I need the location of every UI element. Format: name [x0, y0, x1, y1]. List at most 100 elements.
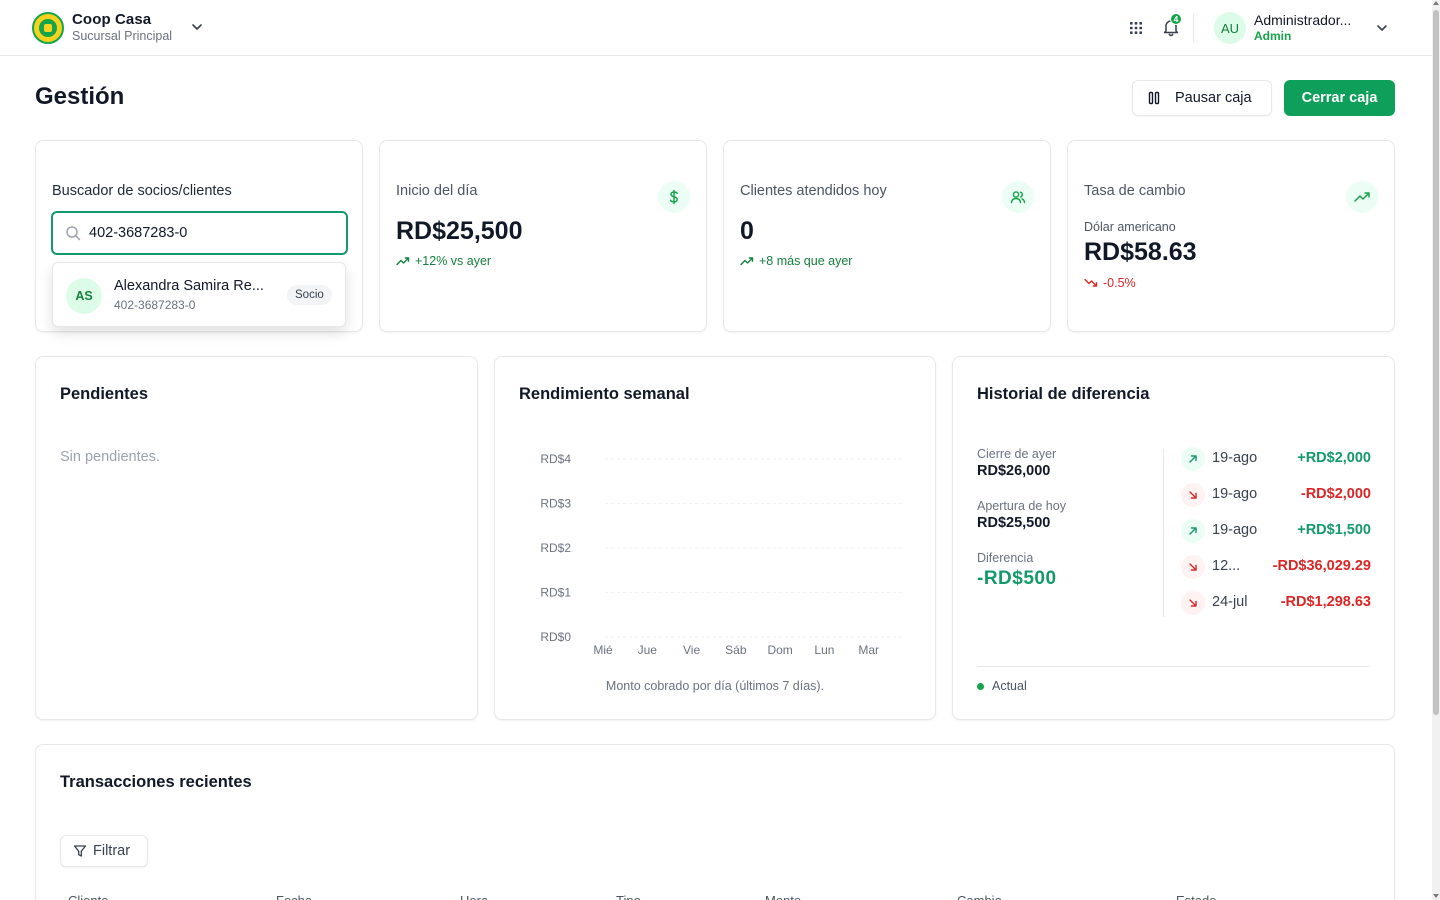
pause-register-button[interactable]: Pausar caja — [1132, 80, 1272, 116]
column-header[interactable]: Estado — [1176, 893, 1216, 900]
stat-title: Inicio del día — [396, 183, 478, 199]
coop-logo[interactable] — [32, 12, 64, 44]
x-tick-label: Jue — [638, 643, 658, 657]
x-tick-label: Mar — [858, 643, 879, 657]
user-role: Admin — [1254, 29, 1292, 43]
x-tick-label: Sáb — [725, 643, 747, 657]
x-tick-label: Vie — [683, 643, 700, 657]
chevron-down-icon[interactable] — [1375, 21, 1389, 35]
history-row[interactable]: 19-ago +RD$1,500 — [1181, 519, 1371, 543]
arrow-down-right-icon — [1181, 555, 1205, 579]
user-name: Administrador... — [1254, 12, 1352, 28]
history-date: 19-ago — [1212, 486, 1258, 502]
difference-summary: Cierre de ayer RD$26,000 Apertura de hoy… — [977, 447, 1066, 590]
x-tick-label: Dom — [767, 643, 792, 657]
user-avatar[interactable]: AU — [1214, 12, 1246, 44]
rate-trend: -0.5% — [1084, 276, 1136, 290]
stat-title: Clientes atendidos hoy — [740, 183, 887, 199]
close-register-button[interactable]: Cerrar caja — [1284, 80, 1395, 116]
trending-up-icon — [396, 257, 410, 266]
y-tick-label: RD$0 — [540, 630, 571, 644]
apps-grid-icon[interactable] — [1128, 20, 1144, 36]
trending-down-icon — [1084, 278, 1098, 287]
history-row[interactable]: 19-ago -RD$2,000 — [1181, 483, 1371, 507]
top-bar: Coop Casa Sucursal Principal 4 AU Admini… — [0, 0, 1432, 56]
history-date: 19-ago — [1212, 522, 1258, 538]
filter-button[interactable]: Filtrar — [60, 835, 148, 867]
column-header[interactable]: Cliente — [68, 893, 108, 900]
currency-name: Dólar americano — [1084, 220, 1176, 234]
y-tick-label: RD$3 — [540, 497, 571, 511]
filter-label: Filtrar — [93, 843, 131, 859]
y-tick-label: RD$1 — [540, 586, 571, 600]
search-result-item[interactable]: AS Alexandra Samira Re... 402-3687283-0 … — [52, 262, 346, 327]
stat-trend-text: +8 más que ayer — [759, 254, 853, 268]
stat-trend: +8 más que ayer — [740, 254, 852, 268]
page-title: Gestión — [35, 83, 125, 110]
clients-served-card: Clientes atendidos hoy 0 +8 más que ayer — [723, 140, 1051, 332]
card-title: Historial de diferencia — [977, 385, 1150, 403]
search-icon — [66, 226, 81, 241]
trending-up-icon — [740, 257, 754, 266]
closing-value: RD$26,000 — [977, 463, 1051, 479]
history-legend: Actual — [977, 679, 1027, 693]
exchange-rate-card: Tasa de cambio Dólar americano RD$58.63 … — [1067, 140, 1395, 332]
history-date: 24-jul — [1212, 594, 1248, 610]
y-tick-label: RD$4 — [540, 452, 571, 466]
pause-icon — [1148, 91, 1160, 105]
y-tick-label: RD$2 — [540, 541, 571, 555]
column-header[interactable]: Tipo — [616, 893, 641, 900]
pending-card: Pendientes Sin pendientes. — [35, 356, 478, 720]
history-amount: +RD$1,500 — [1297, 522, 1371, 538]
arrow-down-right-icon — [1181, 591, 1205, 615]
arrow-up-right-icon — [1181, 519, 1205, 543]
branch-name: Sucursal Principal — [72, 29, 173, 43]
search-input[interactable] — [89, 222, 329, 244]
column-header[interactable]: Cambio — [957, 893, 1002, 900]
column-header[interactable]: Fecha — [276, 893, 312, 900]
card-title: Pendientes — [60, 385, 149, 403]
history-amount: +RD$2,000 — [1297, 450, 1371, 466]
empty-state-text: Sin pendientes. — [60, 449, 160, 465]
scroll-down-arrow[interactable] — [1433, 894, 1439, 898]
column-header[interactable]: Monto — [765, 893, 801, 900]
result-name: Alexandra Samira Re... — [114, 278, 264, 294]
x-tick-label: Mié — [593, 643, 613, 657]
result-avatar: AS — [66, 278, 102, 314]
opening-label: Apertura de hoy — [977, 499, 1066, 513]
card-title: Transacciones recientes — [60, 773, 252, 791]
page-scrollbar[interactable] — [1432, 0, 1440, 900]
current-dot — [977, 682, 984, 690]
history-amount: -RD$36,029.29 — [1272, 558, 1371, 574]
opening-value: RD$25,500 — [977, 515, 1051, 531]
history-row[interactable]: 24-jul -RD$1,298.63 — [1181, 591, 1371, 615]
chevron-down-icon[interactable] — [190, 20, 204, 34]
column-header[interactable]: Hora — [460, 893, 488, 900]
scroll-up-arrow[interactable] — [1433, 1, 1439, 5]
opening-balance-card: Inicio del día RD$25,500 +12% vs ayer — [379, 140, 707, 332]
stat-title: Tasa de cambio — [1084, 183, 1186, 199]
stat-trend-text: +12% vs ayer — [415, 254, 492, 268]
brand-name: Coop Casa — [72, 11, 152, 28]
pause-register-label: Pausar caja — [1175, 90, 1252, 106]
x-tick-label: Lun — [814, 643, 834, 657]
arrow-up-right-icon — [1181, 447, 1205, 471]
search-box[interactable] — [51, 211, 348, 255]
users-icon — [1002, 181, 1034, 213]
filter-icon — [73, 845, 87, 857]
history-row[interactable]: 12... -RD$36,029.29 — [1181, 555, 1371, 579]
notification-badge: 4 — [1170, 13, 1182, 25]
history-date: 12... — [1212, 558, 1241, 574]
scroll-thumb[interactable] — [1433, 10, 1439, 715]
history-amount: -RD$1,298.63 — [1280, 594, 1371, 610]
legend-label: Actual — [992, 679, 1027, 693]
arrow-down-right-icon — [1181, 483, 1205, 507]
history-divider — [1163, 449, 1164, 617]
user-menu[interactable]: Administrador... Admin — [1254, 12, 1351, 43]
dollar-icon — [658, 181, 690, 213]
difference-value: -RD$500 — [977, 568, 1057, 589]
branch-selector[interactable]: Coop Casa Sucursal Principal — [72, 11, 172, 43]
history-row[interactable]: 19-ago +RD$2,000 — [1181, 447, 1371, 471]
chart-caption: Monto cobrado por día (últimos 7 días). — [605, 679, 825, 693]
rate-trend-text: -0.5% — [1103, 276, 1136, 290]
